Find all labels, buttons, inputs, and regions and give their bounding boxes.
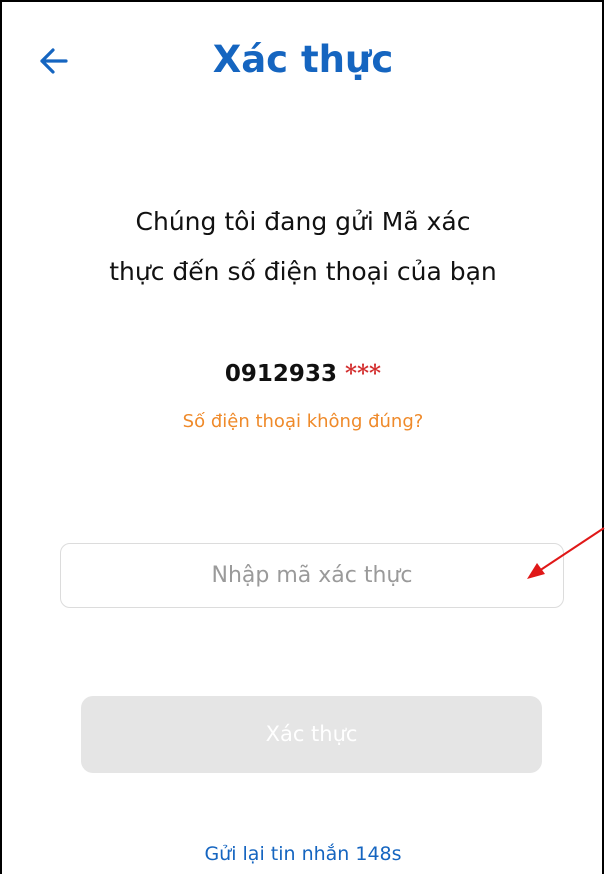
phone-number-mask: *** [344, 360, 382, 387]
phone-number: 0912933 *** [0, 360, 606, 387]
resend-message-link[interactable]: Gửi lại tin nhắn 148s [0, 843, 606, 865]
instruction-line-2: thực đến số điện thoại của bạn [109, 257, 497, 286]
instruction-line-1: Chúng tôi đang gửi Mã xác [135, 207, 471, 236]
page-title: Xác thực [212, 38, 394, 81]
phone-number-digits: 0912933 [224, 361, 337, 387]
verification-code-input[interactable] [60, 543, 564, 608]
wrong-number-link[interactable]: Số điện thoại không đúng? [0, 411, 606, 432]
verify-button[interactable]: Xác thực [81, 696, 542, 773]
instruction-text: Chúng tôi đang gửi Mã xác thực đến số đi… [60, 197, 546, 297]
